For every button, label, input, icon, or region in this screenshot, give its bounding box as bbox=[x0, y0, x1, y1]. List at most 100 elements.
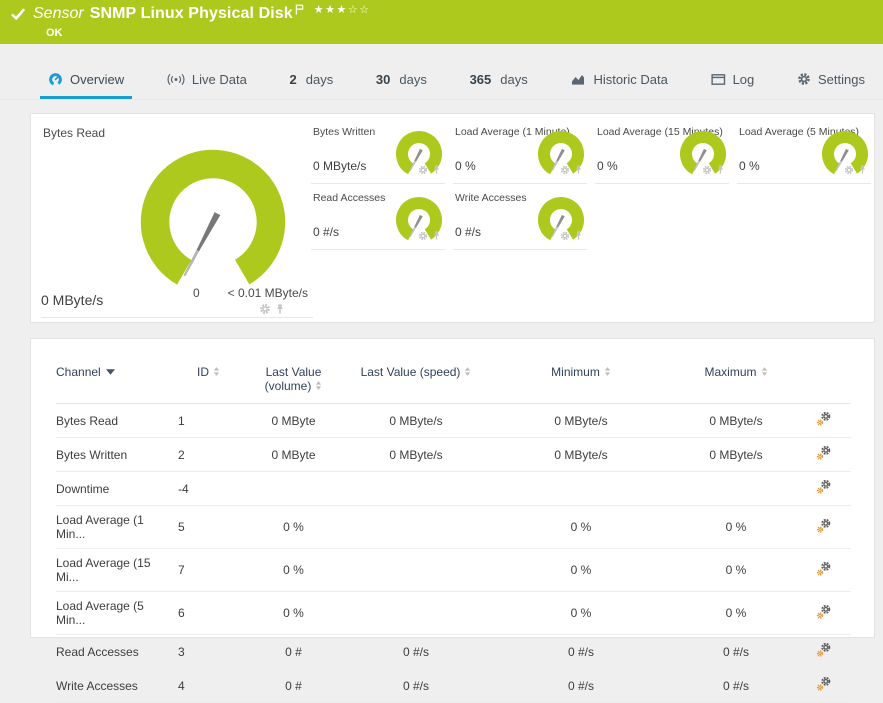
gauge-settings-gear-icon[interactable] bbox=[844, 162, 854, 180]
column-header-edit bbox=[796, 365, 851, 404]
primary-gauge-value: 0 MByte/s bbox=[41, 292, 104, 308]
gauges-panel: Bytes Read 0 < 0.01 MByte/s 0 MByte/s By… bbox=[30, 113, 875, 323]
sort-toggle-icon bbox=[465, 367, 471, 376]
edit-channel-gears-icon[interactable] bbox=[816, 561, 832, 577]
small-gauge-value: 0 % bbox=[455, 159, 476, 173]
status-badge: OK bbox=[46, 27, 63, 39]
gauge-settings-gear-icon[interactable] bbox=[418, 162, 428, 180]
edit-channel-gears-icon[interactable] bbox=[816, 479, 832, 495]
historic-chart-icon bbox=[570, 72, 586, 86]
channel-name[interactable]: Write Accesses bbox=[56, 668, 176, 703]
edit-channel-gears-icon[interactable] bbox=[816, 676, 832, 692]
channel-name[interactable]: Load Average (15 Mi... bbox=[56, 548, 176, 592]
gauge-icon bbox=[48, 72, 63, 87]
table-row[interactable]: Downtime -4 bbox=[56, 471, 851, 506]
sensor-title: SNMP Linux Physical Disk bbox=[89, 5, 293, 22]
tab-label: Overview bbox=[70, 71, 125, 87]
log-window-icon bbox=[710, 73, 726, 86]
channel-name[interactable]: Bytes Read bbox=[56, 403, 176, 438]
column-header-maximum[interactable]: Maximum bbox=[676, 365, 796, 404]
small-gauge-label: Read Accesses bbox=[313, 192, 386, 204]
small-gauge-value: 0 % bbox=[739, 159, 760, 173]
gauge-settings-gear-icon[interactable] bbox=[560, 162, 570, 180]
gauge-needle bbox=[183, 212, 221, 277]
sensor-status-header: Sensor SNMP Linux Physical Disk ★★★☆☆ OK bbox=[0, 0, 883, 44]
edit-channel-gears-icon[interactable] bbox=[816, 518, 832, 534]
gauge-settings-gear-icon[interactable] bbox=[418, 228, 428, 246]
live-data-icon bbox=[167, 73, 185, 86]
sensor-tab-bar: Overview Live Data 2 days 30 days 365 da… bbox=[0, 62, 883, 100]
column-header-channel[interactable]: Channel bbox=[56, 365, 176, 404]
small-gauge-label: Write Accesses bbox=[455, 192, 527, 204]
small-gauge-cell[interactable]: Load Average (5 Minutes) 0 % bbox=[737, 118, 871, 184]
primary-gauge-label: Bytes Read bbox=[43, 126, 106, 140]
channel-name[interactable]: Downtime bbox=[56, 471, 176, 506]
gauge-pin-icon[interactable] bbox=[574, 162, 583, 180]
gauge-settings-gear-icon[interactable] bbox=[702, 162, 712, 180]
small-gauge-cell[interactable]: Bytes Written 0 MByte/s bbox=[311, 118, 445, 184]
tab-label: Live Data bbox=[191, 71, 247, 87]
column-header-id[interactable]: ID bbox=[176, 365, 241, 404]
table-header-row: Channel ID Last Value (volume) Last Valu… bbox=[56, 365, 851, 404]
small-gauge-value: 0 #/s bbox=[313, 225, 340, 239]
tab-label: days bbox=[399, 71, 427, 87]
gauge-settings-gear-icon[interactable] bbox=[560, 228, 570, 246]
tab-365-days[interactable]: 365 days bbox=[462, 62, 536, 99]
gauge-scale-max: < 0.01 MByte/s bbox=[227, 286, 308, 300]
sort-desc-icon bbox=[105, 369, 115, 375]
column-header-last-value-speed[interactable]: Last Value (speed) bbox=[346, 365, 486, 404]
gauge-scale-min: 0 bbox=[193, 286, 200, 300]
channel-name[interactable]: Load Average (5 Min... bbox=[56, 591, 176, 635]
tab-label: Log bbox=[732, 71, 755, 87]
small-gauge-value: 0 MByte/s bbox=[313, 159, 367, 173]
small-gauge-cell[interactable]: Read Accesses 0 #/s bbox=[311, 184, 445, 250]
channel-table: Channel ID Last Value (volume) Last Valu… bbox=[56, 365, 851, 703]
column-header-last-value-volume[interactable]: Last Value (volume) bbox=[241, 365, 346, 404]
tab-settings[interactable]: Settings bbox=[789, 62, 873, 99]
table-row[interactable]: Read Accesses 3 0 # 0 #/s 0 #/s 0 #/s bbox=[56, 634, 851, 669]
edit-channel-gears-icon[interactable] bbox=[816, 642, 832, 658]
sort-toggle-icon bbox=[213, 367, 220, 376]
gauge-pin-icon[interactable] bbox=[432, 162, 441, 180]
channel-name[interactable]: Bytes Written bbox=[56, 437, 176, 472]
table-row[interactable]: Write Accesses 4 0 # 0 #/s 0 #/s 0 #/s bbox=[56, 668, 851, 703]
table-row[interactable]: Load Average (5 Min... 6 0 % 0 % 0 % bbox=[56, 591, 851, 635]
tab-overview[interactable]: Overview bbox=[40, 62, 133, 99]
tab-30-days[interactable]: 30 days bbox=[368, 62, 435, 99]
small-gauges-grid: Bytes Written 0 MByte/s Load Average (1 … bbox=[311, 118, 871, 250]
status-ok-check-icon bbox=[10, 7, 26, 21]
sort-toggle-icon bbox=[316, 381, 322, 390]
gauge-pin-icon[interactable] bbox=[858, 162, 867, 180]
priority-rating-stars[interactable]: ★★★☆☆ bbox=[314, 3, 371, 16]
column-header-minimum[interactable]: Minimum bbox=[486, 365, 676, 404]
edit-channel-gears-icon[interactable] bbox=[816, 445, 832, 461]
tab-label: days bbox=[305, 71, 334, 87]
edit-channel-gears-icon[interactable] bbox=[816, 411, 832, 427]
gauge-pin-icon[interactable] bbox=[716, 162, 725, 180]
divider bbox=[41, 317, 313, 318]
channel-name[interactable]: Read Accesses bbox=[56, 634, 176, 669]
small-gauge-value: 0 #/s bbox=[455, 225, 482, 239]
gauge-pin-icon[interactable] bbox=[574, 228, 583, 246]
table-row[interactable]: Load Average (15 Mi... 7 0 % 0 % 0 % bbox=[56, 548, 851, 592]
favorite-flag-icon[interactable] bbox=[295, 4, 304, 15]
tab-historic-data[interactable]: Historic Data bbox=[562, 62, 675, 99]
object-kind-label: Sensor bbox=[33, 5, 84, 22]
channel-table-panel: Channel ID Last Value (volume) Last Valu… bbox=[30, 338, 875, 703]
tab-log[interactable]: Log bbox=[703, 62, 763, 99]
small-gauge-cell[interactable]: Load Average (15 Minutes) 0 % bbox=[595, 118, 729, 184]
small-gauge-cell[interactable]: Load Average (1 Minute) 0 % bbox=[453, 118, 587, 184]
sort-toggle-icon bbox=[604, 367, 610, 376]
edit-channel-gears-icon[interactable] bbox=[816, 604, 832, 620]
channel-name[interactable]: Load Average (1 Min... bbox=[56, 505, 176, 549]
tab-live-data[interactable]: Live Data bbox=[159, 62, 255, 99]
small-gauge-cell[interactable]: Write Accesses 0 #/s bbox=[453, 184, 587, 250]
primary-gauge[interactable] bbox=[137, 146, 289, 298]
table-row[interactable]: Bytes Written 2 0 MByte 0 MByte/s 0 MByt… bbox=[56, 437, 851, 472]
tab-label: Historic Data bbox=[593, 71, 668, 87]
tab-2-days[interactable]: 2 days bbox=[282, 62, 342, 99]
table-row[interactable]: Bytes Read 1 0 MByte 0 MByte/s 0 MByte/s… bbox=[56, 403, 851, 438]
gauge-pin-icon[interactable] bbox=[432, 228, 441, 246]
table-row[interactable]: Load Average (1 Min... 5 0 % 0 % 0 % bbox=[56, 505, 851, 549]
tab-label: Settings bbox=[817, 71, 865, 87]
